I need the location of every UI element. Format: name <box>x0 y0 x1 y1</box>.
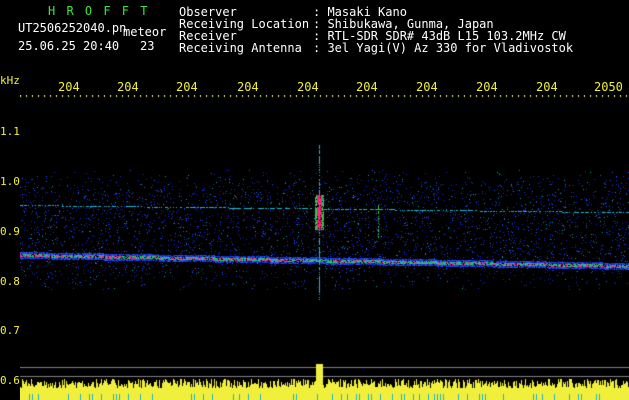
x-tick-3: 204 <box>176 80 198 94</box>
x-tick-2: 204 <box>117 80 139 94</box>
x-tick-5: 204 <box>297 80 319 94</box>
y-tick-3: 0.9 <box>0 225 20 238</box>
x-tick-8: 204 <box>476 80 498 94</box>
type-label: meteor <box>123 25 167 39</box>
x-tick-4: 204 <box>237 80 259 94</box>
antenna-label: Receiving Antenna <box>179 41 302 55</box>
count-label: 23 <box>140 39 155 53</box>
y-tick-1: 1.1 <box>0 125 20 138</box>
x-tick-7: 204 <box>416 80 438 94</box>
datetime-label: 25.06.25 20:40 <box>18 39 120 53</box>
y-tick-6: 0.6 <box>0 374 20 387</box>
y-tick-5: 0.7 <box>0 324 20 337</box>
x-tick-1: 204 <box>58 80 80 94</box>
y-tick-2: 1.0 <box>0 175 20 188</box>
x-tick-9: 204 <box>536 80 558 94</box>
y-unit-label: kHz <box>0 74 20 87</box>
x-tick-10: 2050 <box>594 80 623 94</box>
spectrogram-plot <box>20 95 629 400</box>
filename-label: UT2506252040.pn <box>18 21 127 35</box>
antenna-value: : 3el Yagi(V) Az 330 for Vladivostok <box>313 41 574 55</box>
hroffft-title: H R O F F T <box>48 4 150 18</box>
x-tick-6: 204 <box>356 80 378 94</box>
y-tick-4: 0.8 <box>0 275 20 288</box>
